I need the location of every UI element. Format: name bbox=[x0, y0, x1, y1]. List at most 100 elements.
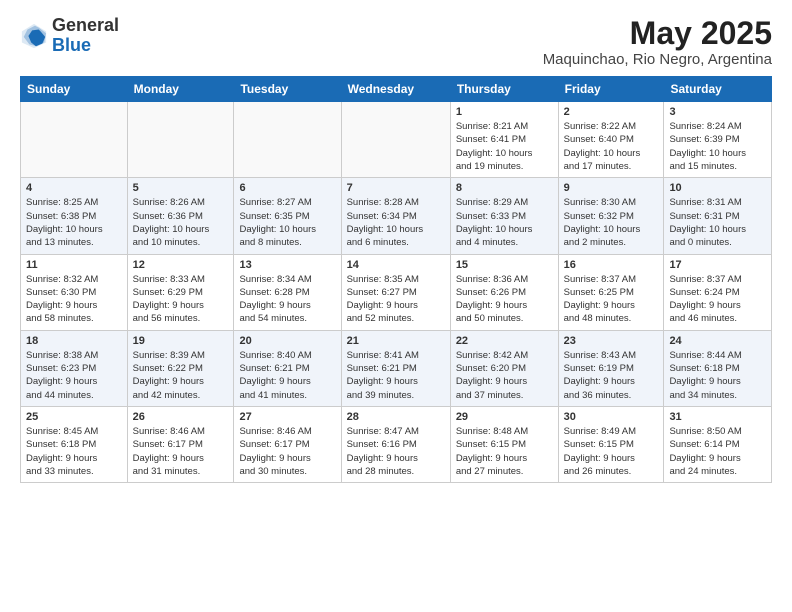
day-info: Sunrise: 8:28 AMSunset: 6:34 PMDaylight:… bbox=[347, 196, 445, 249]
logo-general: General bbox=[52, 15, 119, 35]
calendar-cell bbox=[21, 102, 128, 178]
day-number: 1 bbox=[456, 106, 553, 118]
page-title: May 2025 bbox=[543, 16, 772, 51]
day-info: Sunrise: 8:32 AMSunset: 6:30 PMDaylight:… bbox=[26, 273, 122, 326]
header: General Blue May 2025 Maquinchao, Rio Ne… bbox=[20, 16, 772, 68]
calendar-col-sunday: Sunday bbox=[21, 77, 128, 102]
day-number: 15 bbox=[456, 259, 553, 271]
calendar-col-saturday: Saturday bbox=[664, 77, 772, 102]
calendar-cell: 24 Sunrise: 8:44 AMSunset: 6:18 PMDayligh… bbox=[664, 330, 772, 406]
calendar-week-row: 11 Sunrise: 8:32 AMSunset: 6:30 PMDayligh… bbox=[21, 254, 772, 330]
day-info: Sunrise: 8:43 AMSunset: 6:19 PMDaylight:… bbox=[564, 349, 659, 402]
calendar-cell: 5Sunrise: 8:26 AMSunset: 6:36 PMDaylight… bbox=[127, 178, 234, 254]
day-number: 8 bbox=[456, 182, 553, 194]
day-number: 29 bbox=[456, 411, 553, 423]
calendar-cell: 22 Sunrise: 8:42 AMSunset: 6:20 PMDayligh… bbox=[450, 330, 558, 406]
day-number: 26 bbox=[133, 411, 229, 423]
calendar-cell: 3 Sunrise: 8:24 AMSunset: 6:39 PMDaylight… bbox=[664, 102, 772, 178]
calendar-cell: 20 Sunrise: 8:40 AMSunset: 6:21 PMDayligh… bbox=[234, 330, 341, 406]
day-info: Sunrise: 8:47 AMSunset: 6:16 PMDaylight:… bbox=[347, 425, 445, 478]
calendar-week-row: 25 Sunrise: 8:45 AMSunset: 6:18 PMDayligh… bbox=[21, 406, 772, 482]
calendar-header-row: SundayMondayTuesdayWednesdayThursdayFrid… bbox=[21, 77, 772, 102]
day-info: Sunrise: 8:36 AMSunset: 6:26 PMDaylight:… bbox=[456, 273, 553, 326]
day-info: Sunrise: 8:46 AMSunset: 6:17 PMDaylight:… bbox=[239, 425, 335, 478]
calendar-cell: 21Sunrise: 8:41 AMSunset: 6:21 PMDayligh… bbox=[341, 330, 450, 406]
calendar-cell: 28Sunrise: 8:47 AMSunset: 6:16 PMDayligh… bbox=[341, 406, 450, 482]
calendar-cell: 11 Sunrise: 8:32 AMSunset: 6:30 PMDayligh… bbox=[21, 254, 128, 330]
day-number: 20 bbox=[239, 335, 335, 347]
calendar-cell: 7 Sunrise: 8:28 AMSunset: 6:34 PMDaylight… bbox=[341, 178, 450, 254]
day-info: Sunrise: 8:42 AMSunset: 6:20 PMDaylight:… bbox=[456, 349, 553, 402]
day-info: Sunrise: 8:26 AMSunset: 6:36 PMDaylight:… bbox=[133, 196, 229, 249]
day-number: 24 bbox=[669, 335, 766, 347]
day-number: 11 bbox=[26, 259, 122, 271]
day-number: 27 bbox=[239, 411, 335, 423]
day-info: Sunrise: 8:49 AMSunset: 6:15 PMDaylight:… bbox=[564, 425, 659, 478]
logo: General Blue bbox=[20, 16, 119, 56]
day-number: 30 bbox=[564, 411, 659, 423]
day-info: Sunrise: 8:38 AMSunset: 6:23 PMDaylight:… bbox=[26, 349, 122, 402]
day-number: 14 bbox=[347, 259, 445, 271]
day-number: 2 bbox=[564, 106, 659, 118]
logo-blue: Blue bbox=[52, 35, 91, 55]
calendar-cell: 14 Sunrise: 8:35 AMSunset: 6:27 PMDayligh… bbox=[341, 254, 450, 330]
day-number: 18 bbox=[26, 335, 122, 347]
day-number: 3 bbox=[669, 106, 766, 118]
calendar-cell: 17Sunrise: 8:37 AMSunset: 6:24 PMDayligh… bbox=[664, 254, 772, 330]
calendar-cell: 25 Sunrise: 8:45 AMSunset: 6:18 PMDayligh… bbox=[21, 406, 128, 482]
day-number: 31 bbox=[669, 411, 766, 423]
calendar-cell bbox=[127, 102, 234, 178]
day-number: 25 bbox=[26, 411, 122, 423]
day-info: Sunrise: 8:31 AMSunset: 6:31 PMDaylight:… bbox=[669, 196, 766, 249]
page-subtitle: Maquinchao, Rio Negro, Argentina bbox=[543, 51, 772, 68]
calendar-cell: 31 Sunrise: 8:50 AMSunset: 6:14 PMDayligh… bbox=[664, 406, 772, 482]
day-info: Sunrise: 8:37 AMSunset: 6:25 PMDaylight:… bbox=[564, 273, 659, 326]
day-number: 23 bbox=[564, 335, 659, 347]
day-info: Sunrise: 8:37 AMSunset: 6:24 PMDaylight:… bbox=[669, 273, 766, 326]
day-info: Sunrise: 8:34 AMSunset: 6:28 PMDaylight:… bbox=[239, 273, 335, 326]
day-info: Sunrise: 8:22 AMSunset: 6:40 PMDaylight:… bbox=[564, 120, 659, 173]
title-block: May 2025 Maquinchao, Rio Negro, Argentin… bbox=[543, 16, 772, 68]
calendar-cell: 26 Sunrise: 8:46 AMSunset: 6:17 PMDayligh… bbox=[127, 406, 234, 482]
day-number: 6 bbox=[239, 182, 335, 194]
calendar-week-row: 1Sunrise: 8:21 AMSunset: 6:41 PMDaylight… bbox=[21, 102, 772, 178]
day-info: Sunrise: 8:50 AMSunset: 6:14 PMDaylight:… bbox=[669, 425, 766, 478]
calendar-cell: 2 Sunrise: 8:22 AMSunset: 6:40 PMDaylight… bbox=[558, 102, 664, 178]
calendar-cell: 13Sunrise: 8:34 AMSunset: 6:28 PMDayligh… bbox=[234, 254, 341, 330]
day-info: Sunrise: 8:27 AMSunset: 6:35 PMDaylight:… bbox=[239, 196, 335, 249]
calendar-cell: 16Sunrise: 8:37 AMSunset: 6:25 PMDayligh… bbox=[558, 254, 664, 330]
calendar-col-thursday: Thursday bbox=[450, 77, 558, 102]
calendar-cell: 9Sunrise: 8:30 AMSunset: 6:32 PMDaylight… bbox=[558, 178, 664, 254]
day-number: 22 bbox=[456, 335, 553, 347]
day-info: Sunrise: 8:40 AMSunset: 6:21 PMDaylight:… bbox=[239, 349, 335, 402]
calendar-cell: 1Sunrise: 8:21 AMSunset: 6:41 PMDaylight… bbox=[450, 102, 558, 178]
day-info: Sunrise: 8:24 AMSunset: 6:39 PMDaylight:… bbox=[669, 120, 766, 173]
calendar-cell bbox=[341, 102, 450, 178]
day-info: Sunrise: 8:45 AMSunset: 6:18 PMDaylight:… bbox=[26, 425, 122, 478]
calendar-col-tuesday: Tuesday bbox=[234, 77, 341, 102]
day-info: Sunrise: 8:30 AMSunset: 6:32 PMDaylight:… bbox=[564, 196, 659, 249]
day-info: Sunrise: 8:39 AMSunset: 6:22 PMDaylight:… bbox=[133, 349, 229, 402]
day-info: Sunrise: 8:33 AMSunset: 6:29 PMDaylight:… bbox=[133, 273, 229, 326]
day-number: 7 bbox=[347, 182, 445, 194]
calendar-table: SundayMondayTuesdayWednesdayThursdayFrid… bbox=[20, 76, 772, 483]
day-number: 10 bbox=[669, 182, 766, 194]
logo-icon bbox=[20, 22, 48, 50]
day-number: 12 bbox=[133, 259, 229, 271]
day-info: Sunrise: 8:41 AMSunset: 6:21 PMDaylight:… bbox=[347, 349, 445, 402]
calendar-cell: 8Sunrise: 8:29 AMSunset: 6:33 PMDaylight… bbox=[450, 178, 558, 254]
day-info: Sunrise: 8:46 AMSunset: 6:17 PMDaylight:… bbox=[133, 425, 229, 478]
calendar-cell: 23 Sunrise: 8:43 AMSunset: 6:19 PMDayligh… bbox=[558, 330, 664, 406]
calendar-col-wednesday: Wednesday bbox=[341, 77, 450, 102]
calendar-col-friday: Friday bbox=[558, 77, 664, 102]
calendar-cell: 10 Sunrise: 8:31 AMSunset: 6:31 PMDayligh… bbox=[664, 178, 772, 254]
day-info: Sunrise: 8:25 AMSunset: 6:38 PMDaylight:… bbox=[26, 196, 122, 249]
logo-text: General Blue bbox=[52, 16, 119, 56]
calendar-cell: 29Sunrise: 8:48 AMSunset: 6:15 PMDayligh… bbox=[450, 406, 558, 482]
day-number: 4 bbox=[26, 182, 122, 194]
calendar-cell: 6 Sunrise: 8:27 AMSunset: 6:35 PMDaylight… bbox=[234, 178, 341, 254]
calendar-col-monday: Monday bbox=[127, 77, 234, 102]
day-info: Sunrise: 8:44 AMSunset: 6:18 PMDaylight:… bbox=[669, 349, 766, 402]
day-info: Sunrise: 8:35 AMSunset: 6:27 PMDaylight:… bbox=[347, 273, 445, 326]
calendar-cell bbox=[234, 102, 341, 178]
